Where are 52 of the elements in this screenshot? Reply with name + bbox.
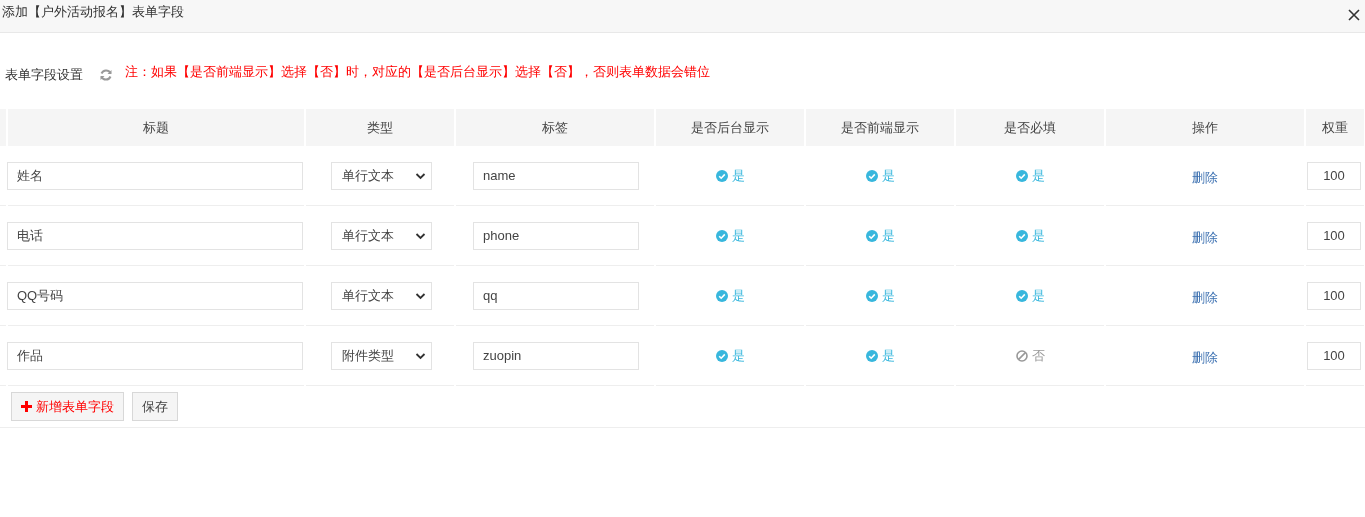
warning-note: 注：如果【是否前端显示】选择【否】时，对应的【是否后台显示】选择【否】，否则表单数据会错位 [125,63,710,81]
column-header: 类型 [306,109,454,146]
column-header: 是否后台显示 [656,109,804,146]
chevron-down-icon [415,171,426,180]
column-header: 是否必填 [956,109,1104,146]
delete-link[interactable]: 删除 [1192,288,1218,307]
column-header: 是否前端显示 [806,109,954,146]
chevron-down-icon [415,231,426,240]
flag-label: 是 [881,166,895,185]
weight-field[interactable]: 100 [1307,221,1361,250]
type-select[interactable]: 附件类型 [331,341,432,370]
tag-field[interactable]: phone [473,221,639,250]
tag-field[interactable]: zuopin [473,341,639,370]
type-select[interactable]: 单行文本 [331,161,432,190]
title-field[interactable]: 作品 [7,341,303,370]
refresh-icon[interactable] [99,68,113,82]
save-button[interactable]: 保存 [132,392,178,421]
flag-label: 是 [1031,166,1045,185]
plus-icon [21,401,32,412]
column-header: 标题 [8,109,304,146]
close-icon[interactable] [1348,9,1360,21]
weight-field[interactable]: 100 [1307,281,1361,310]
column-header: 权重 [1306,109,1364,146]
title-field[interactable]: QQ号码 [7,281,303,310]
title-field[interactable]: 电话 [7,221,303,250]
flag-label: 是 [731,346,745,365]
flag-label: 是 [731,166,745,185]
delete-link[interactable]: 删除 [1192,348,1218,367]
section-label: 表单字段设置 [5,66,83,84]
flag-label: 是 [1031,226,1045,245]
flag-label: 否 [1031,346,1045,365]
flag-label: 是 [731,286,745,305]
weight-field[interactable]: 100 [1307,161,1361,190]
delete-link[interactable]: 删除 [1192,168,1218,187]
title-field[interactable]: 姓名 [7,161,303,190]
type-select[interactable]: 单行文本 [331,221,432,250]
delete-link[interactable]: 删除 [1192,228,1218,247]
flag-label: 是 [881,226,895,245]
chevron-down-icon [415,351,426,360]
flag-label: 是 [1031,286,1045,305]
flag-label: 是 [881,286,895,305]
flag-label: 是 [881,346,895,365]
type-select[interactable]: 单行文本 [331,281,432,310]
weight-field[interactable]: 100 [1307,341,1361,370]
add-field-button[interactable]: 新增表单字段 [11,392,124,421]
column-header: 操作 [1106,109,1304,146]
tag-field[interactable]: name [473,161,639,190]
flag-label: 是 [731,226,745,245]
tag-field[interactable]: qq [473,281,639,310]
dialog-title: 添加【户外活动报名】表单字段 [1,3,184,21]
column-header: 标签 [456,109,654,146]
chevron-down-icon [415,291,426,300]
